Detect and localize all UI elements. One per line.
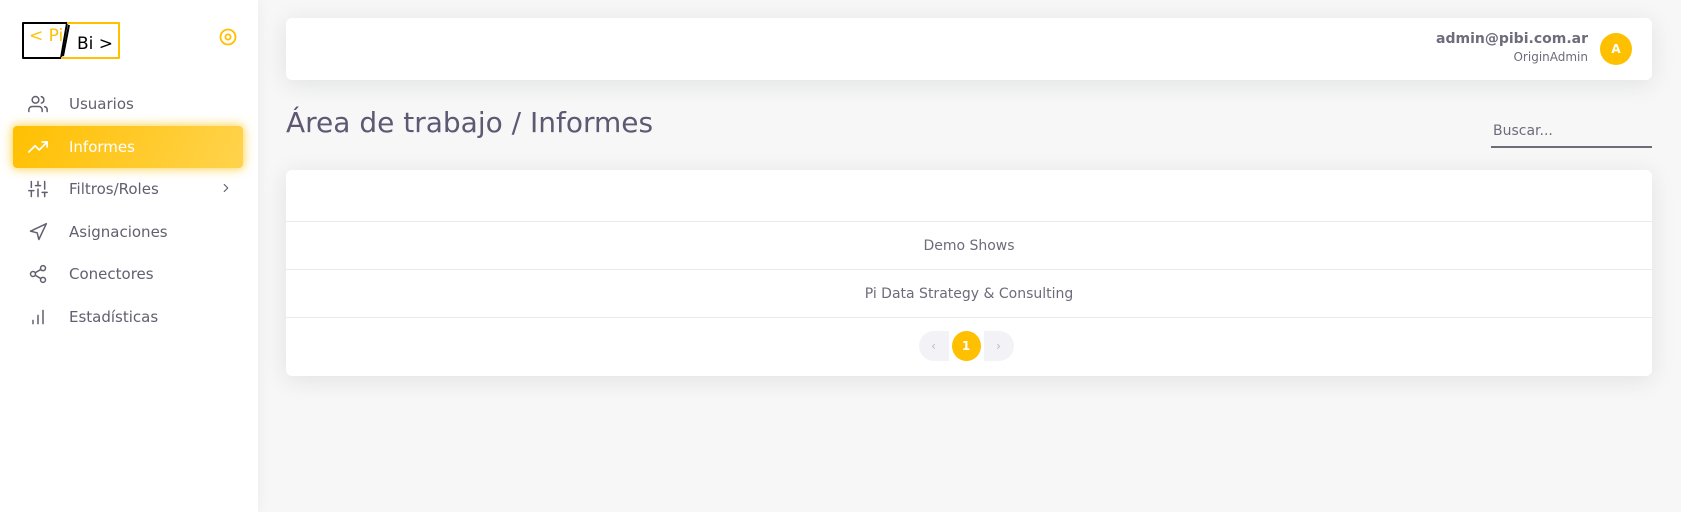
sidebar-item-label: Estadísticas: [69, 307, 159, 326]
sidebar-item-usuarios[interactable]: Usuarios: [13, 83, 243, 125]
avatar[interactable]: A: [1600, 33, 1632, 65]
sidebar-item-label: Filtros/Roles: [69, 180, 159, 198]
reports-table: Demo Shows Pi Data Strategy & Consulting…: [286, 170, 1652, 376]
users-icon: [28, 94, 48, 114]
trending-up-icon: [28, 137, 48, 157]
circle-dot-icon[interactable]: [218, 27, 238, 47]
pagination: ‹ 1 ›: [280, 331, 1652, 361]
logo-text-left: < Pi: [29, 26, 64, 46]
navigation-icon: [28, 222, 48, 242]
user-menu[interactable]: admin@pibi.com.ar OriginAdmin: [1436, 30, 1588, 66]
sidebar-item-conectores[interactable]: Conectores: [13, 253, 243, 295]
table-header: [286, 170, 1652, 222]
table-row[interactable]: Pi Data Strategy & Consulting: [286, 270, 1652, 318]
search-input[interactable]: [1491, 116, 1652, 148]
pibi-logo[interactable]: < Pi Bi >: [21, 21, 121, 60]
page-title: Área de trabajo / Informes: [286, 106, 654, 139]
table-row[interactable]: Demo Shows: [286, 222, 1652, 270]
chevron-right-icon: [223, 183, 229, 193]
sidebar-item-label: Conectores: [69, 265, 154, 283]
sidebar-item-label: Usuarios: [69, 95, 134, 113]
bar-chart-icon: [28, 307, 48, 327]
sidebar-item-informes[interactable]: Informes: [13, 125, 243, 168]
user-role: OriginAdmin: [1513, 50, 1588, 64]
pagination-next-button[interactable]: ›: [983, 331, 1014, 361]
user-email: admin@pibi.com.ar: [1436, 31, 1588, 47]
top-navbar: admin@pibi.com.ar OriginAdmin A: [286, 18, 1652, 80]
sidebar-item-filtros-roles[interactable]: Filtros/Roles: [13, 168, 243, 210]
sidebar-item-estadisticas[interactable]: Estadísticas: [13, 296, 243, 338]
logo-text-right: Bi >: [77, 34, 114, 54]
pagination-page-1[interactable]: 1: [951, 331, 981, 361]
share-icon: [28, 264, 48, 284]
sidebar-item-label: Informes: [69, 137, 135, 156]
pagination-prev-button[interactable]: ‹: [918, 331, 949, 361]
sidebar-item-label: Asignaciones: [69, 222, 168, 241]
sliders-icon: [28, 179, 48, 199]
sidebar: < Pi Bi > Usuarios Informes Filtros/Role…: [0, 0, 258, 512]
sidebar-nav: Usuarios Informes Filtros/Roles Asignaci…: [13, 83, 243, 338]
sidebar-item-asignaciones[interactable]: Asignaciones: [13, 211, 243, 253]
